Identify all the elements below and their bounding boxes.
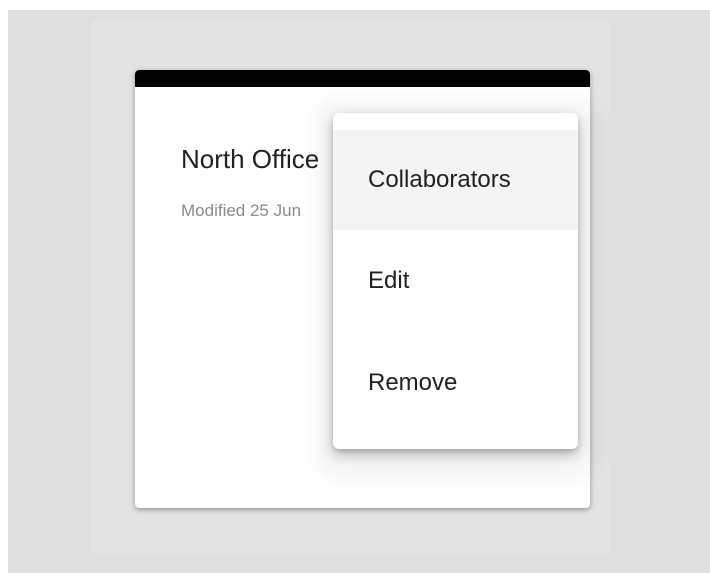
menu-item-collaborators[interactable]: Collaborators <box>333 130 578 230</box>
context-menu: Collaborators Edit Remove <box>333 113 578 449</box>
card-modified-date: Modified 25 Jun <box>181 201 302 220</box>
card-header-bar <box>135 70 590 87</box>
card-title: North Office <box>181 144 320 174</box>
menu-item-edit[interactable]: Edit <box>333 231 578 331</box>
menu-item-remove[interactable]: Remove <box>333 333 578 433</box>
